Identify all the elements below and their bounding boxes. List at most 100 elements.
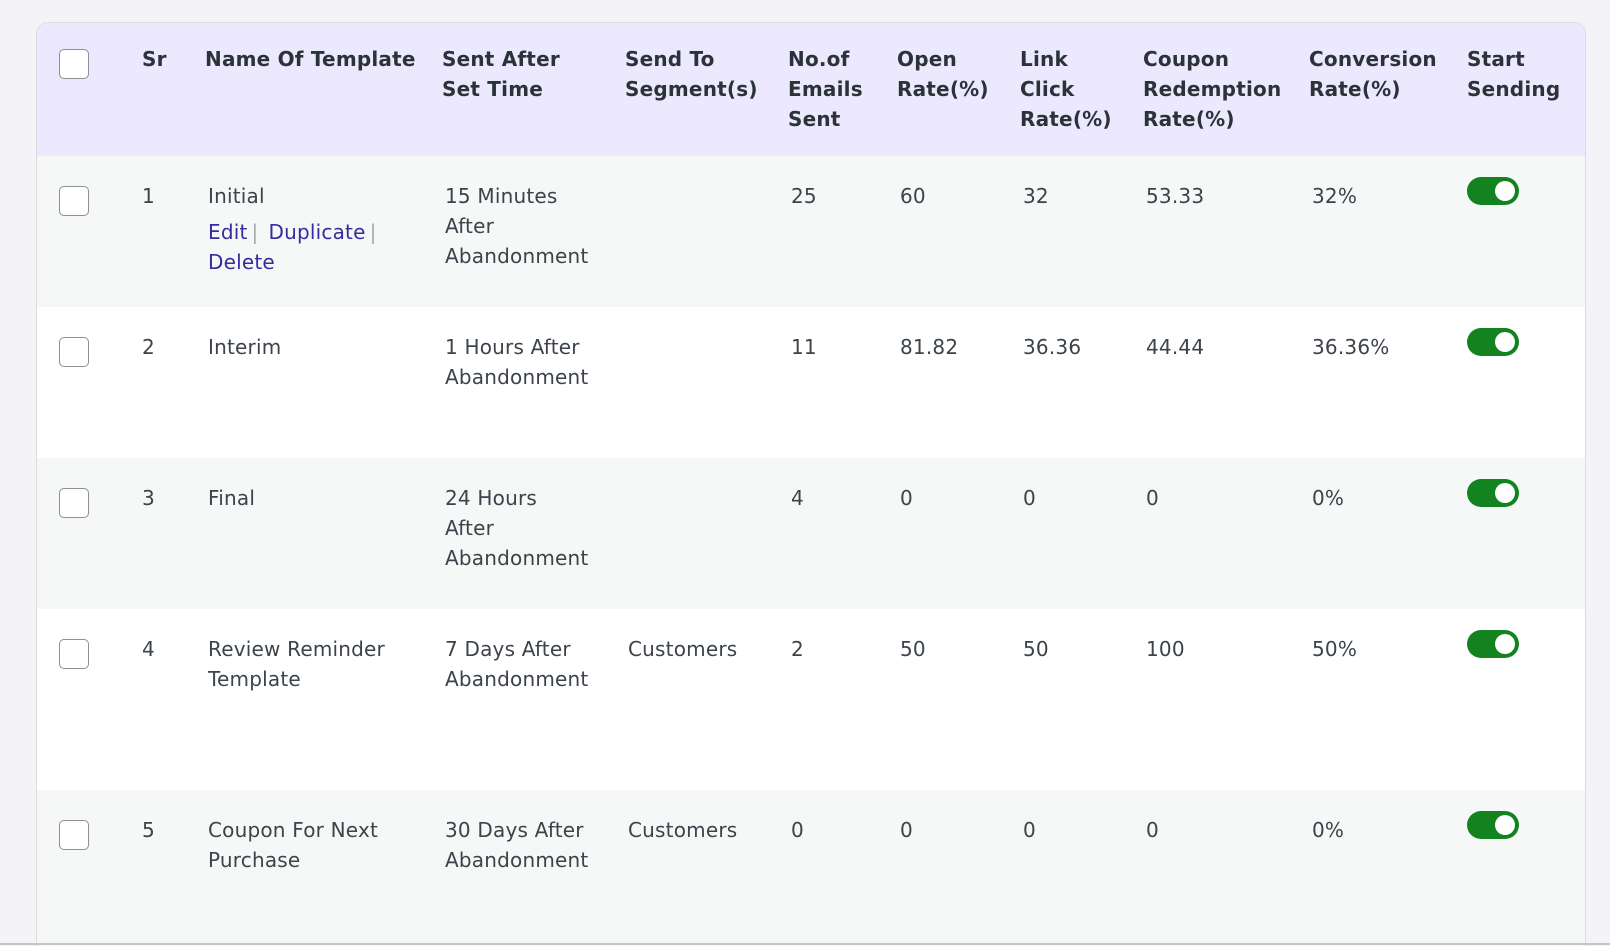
emails-sent-cell: 2	[791, 637, 804, 661]
header-line: Click	[1020, 77, 1075, 101]
header-conversion-rate[interactable]: Conversion Rate(%)	[1309, 23, 1467, 156]
sent-after-line: Abandonment	[445, 365, 589, 389]
start-sending-toggle[interactable]	[1467, 328, 1519, 356]
row-select-cell	[37, 156, 142, 307]
start-sending-toggle[interactable]	[1467, 479, 1519, 507]
select-all-checkbox[interactable]	[59, 49, 89, 79]
header-line: Set Time	[442, 77, 543, 101]
sent-after-line: Abandonment	[445, 848, 589, 872]
template-name[interactable]: Coupon For Next	[208, 815, 442, 845]
toggle-knob	[1495, 634, 1515, 654]
header-line: Sending	[1467, 77, 1561, 101]
header-line: Conversion	[1309, 47, 1437, 71]
header-line: Coupon	[1143, 47, 1230, 71]
template-name[interactable]: Review Reminder	[208, 634, 442, 664]
row-select-cell	[37, 790, 142, 946]
header-line: Open	[897, 47, 957, 71]
select-all-cell	[37, 23, 142, 156]
header-name[interactable]: Name Of Template	[205, 23, 442, 156]
row-select-cell	[37, 609, 142, 790]
segment-cell: Customers	[628, 818, 738, 842]
template-name-cell: Interim	[205, 307, 442, 458]
template-name[interactable]: Interim	[208, 332, 442, 362]
header-line: Emails	[788, 77, 863, 101]
open-rate-cell: 0	[900, 818, 913, 842]
table-row: 3 Final 24 Hours After Abandonment 4 0 0…	[37, 458, 1585, 609]
row-select-cell	[37, 307, 142, 458]
action-separator: |	[251, 220, 259, 244]
row-checkbox[interactable]	[59, 820, 89, 850]
email-templates-table-card: Sr Name Of Template Sent After Set Time …	[36, 22, 1586, 946]
edit-link[interactable]: Edit	[208, 220, 248, 244]
emails-sent-cell: 11	[791, 335, 817, 359]
sent-after-line: Abandonment	[445, 244, 589, 268]
table-row: 2 Interim 1 Hours After Abandonment 11 8…	[37, 307, 1585, 458]
header-sent-after[interactable]: Sent After Set Time	[442, 23, 625, 156]
sent-after-cell: 15 Minutes After Abandonment	[442, 156, 625, 307]
delete-link[interactable]: Delete	[208, 250, 275, 274]
row-checkbox[interactable]	[59, 337, 89, 367]
conversion-rate-cell: 32%	[1312, 184, 1358, 208]
table-header-row: Sr Name Of Template Sent After Set Time …	[37, 23, 1585, 156]
open-rate-cell: 60	[900, 184, 926, 208]
sent-after-line: Abandonment	[445, 546, 589, 570]
page-bottom-border	[0, 943, 1610, 945]
open-rate-cell: 0	[900, 486, 913, 510]
sent-after-line: After	[445, 516, 495, 540]
header-coupon-redemption-rate[interactable]: Coupon Redemption Rate(%)	[1143, 23, 1309, 156]
start-sending-toggle[interactable]	[1467, 630, 1519, 658]
link-click-rate-cell: 0	[1023, 486, 1036, 510]
toggle-knob	[1495, 483, 1515, 503]
segment-cell	[625, 307, 788, 458]
segment-cell	[625, 458, 788, 609]
template-name-line2[interactable]: Purchase	[208, 845, 442, 875]
coupon-redemption-cell: 100	[1146, 637, 1185, 661]
duplicate-link[interactable]: Duplicate	[268, 220, 365, 244]
conversion-rate-cell: 50%	[1312, 637, 1358, 661]
sr-cell: 1	[142, 184, 155, 208]
coupon-redemption-cell: 44.44	[1146, 335, 1205, 359]
emails-sent-cell: 25	[791, 184, 817, 208]
header-line: Rate(%)	[897, 77, 989, 101]
template-name-cell: Coupon For Next Purchase	[205, 790, 442, 946]
sr-cell: 5	[142, 818, 155, 842]
start-sending-cell	[1467, 156, 1585, 307]
sent-after-cell: 30 Days After Abandonment	[442, 790, 625, 946]
template-name-line2[interactable]: Template	[208, 664, 442, 694]
coupon-redemption-cell: 0	[1146, 486, 1159, 510]
header-segment[interactable]: Send To Segment(s)	[625, 23, 788, 156]
header-line: Rate(%)	[1143, 107, 1235, 131]
link-click-rate-cell: 50	[1023, 637, 1049, 661]
header-open-rate[interactable]: Open Rate(%)	[897, 23, 1020, 156]
header-line: Sent	[788, 107, 841, 131]
header-start-sending[interactable]: Start Sending	[1467, 23, 1585, 156]
template-name[interactable]: Final	[208, 483, 442, 513]
header-sr[interactable]: Sr	[142, 23, 205, 156]
header-link-click-rate[interactable]: Link Click Rate(%)	[1020, 23, 1143, 156]
sr-cell: 3	[142, 486, 155, 510]
row-checkbox[interactable]	[59, 186, 89, 216]
header-emails-sent[interactable]: No.of Emails Sent	[788, 23, 897, 156]
segment-cell: Customers	[628, 637, 738, 661]
start-sending-toggle[interactable]	[1467, 177, 1519, 205]
sent-after-cell: 1 Hours After Abandonment	[442, 307, 625, 458]
start-sending-toggle[interactable]	[1467, 811, 1519, 839]
sr-cell: 2	[142, 335, 155, 359]
start-sending-cell	[1467, 458, 1585, 609]
toggle-knob	[1495, 181, 1515, 201]
conversion-rate-cell: 0%	[1312, 818, 1345, 842]
template-name-cell: Review Reminder Template	[205, 609, 442, 790]
link-click-rate-cell: 0	[1023, 818, 1036, 842]
header-line: No.of	[788, 47, 850, 71]
table-row: 5 Coupon For Next Purchase 30 Days After…	[37, 790, 1585, 946]
sent-after-line: 24 Hours	[445, 486, 538, 510]
segment-cell	[625, 156, 788, 307]
header-line: Rate(%)	[1020, 107, 1112, 131]
row-checkbox[interactable]	[59, 488, 89, 518]
emails-sent-cell: 0	[791, 818, 804, 842]
sent-after-cell: 7 Days After Abandonment	[442, 609, 625, 790]
row-checkbox[interactable]	[59, 639, 89, 669]
header-line: Segment(s)	[625, 77, 758, 101]
row-actions: Edit | Duplicate | Delete	[208, 217, 442, 277]
table-row: 4 Review Reminder Template 7 Days After …	[37, 609, 1585, 790]
